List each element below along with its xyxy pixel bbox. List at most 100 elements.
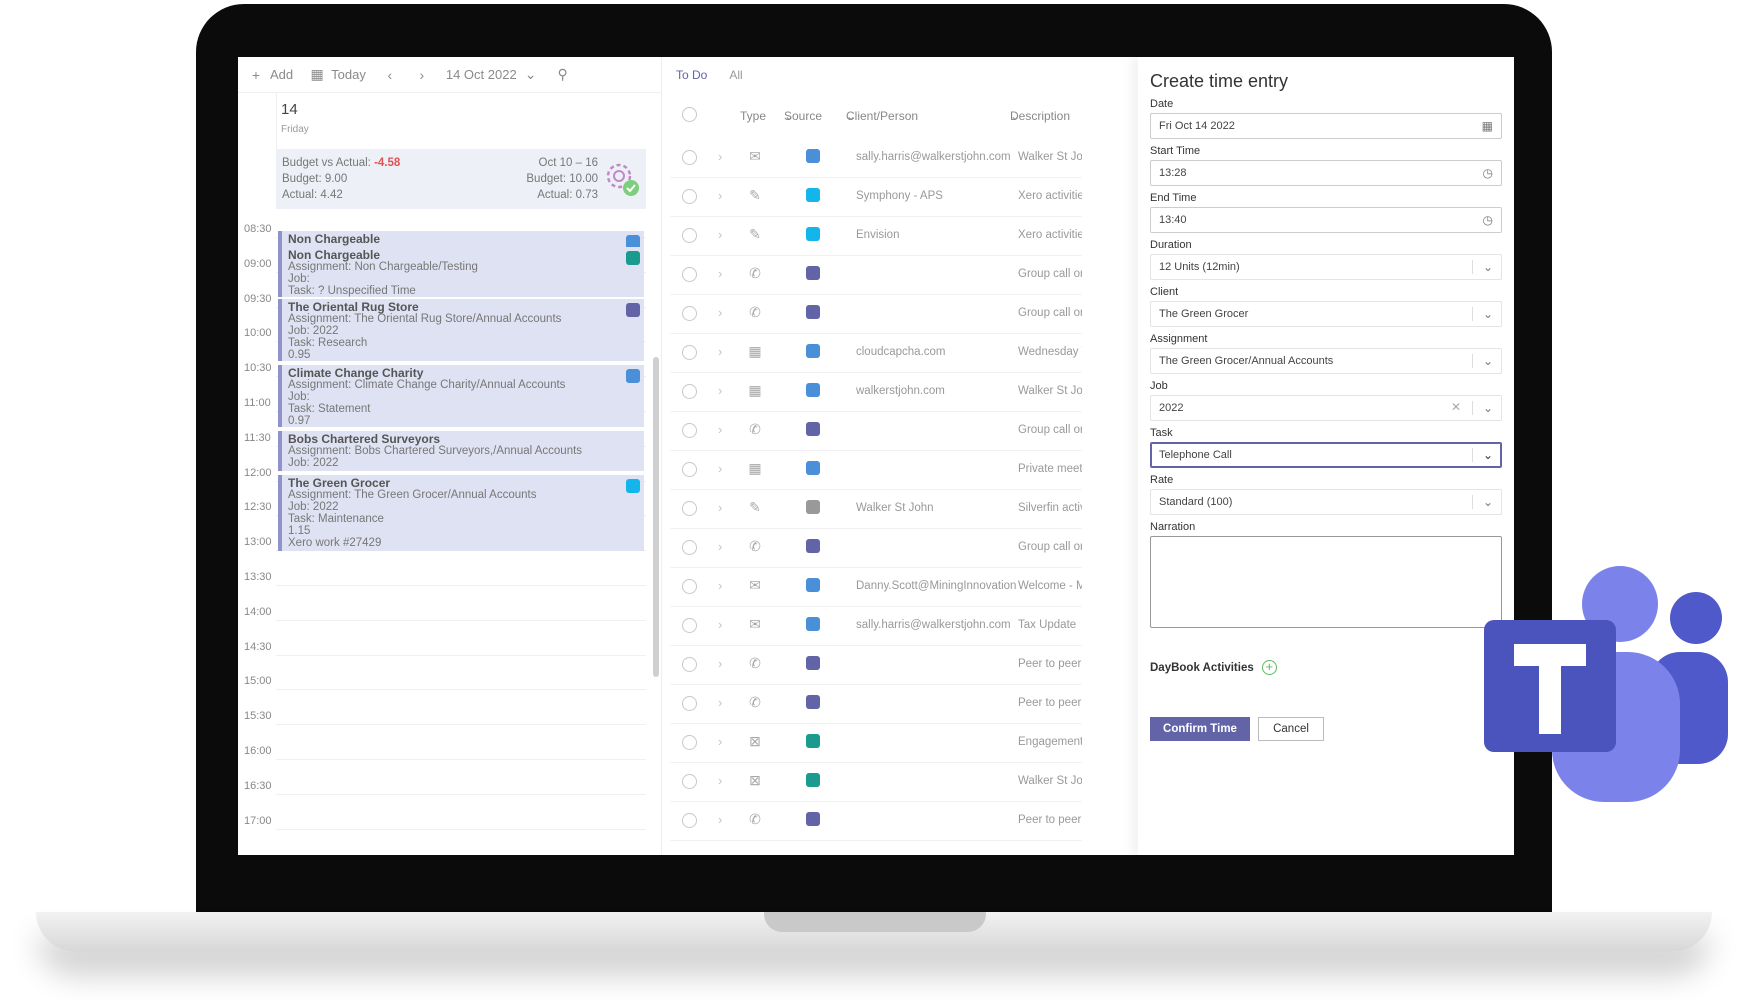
client-select[interactable]: The Green Grocer ⌄ [1150,301,1502,327]
job-select[interactable]: 2022 ✕ ⌄ [1150,395,1502,421]
list-item[interactable]: › ✆ Peer to peer call [670,685,1082,724]
select-radio[interactable] [682,540,697,555]
list-item[interactable]: › ⊠ Walker St John P [670,763,1082,802]
chevron-left-icon[interactable]: ‹ [382,67,398,83]
chevron-right-icon[interactable]: › [718,461,722,476]
date-picker[interactable]: 14 Oct 2022 ⌄ [446,66,539,83]
chevron-right-icon[interactable]: › [718,422,722,437]
list-item[interactable]: › ▦ cloudcapcha.com Wednesday Tow [670,334,1082,373]
app-screen: + Add ▦ Today ‹ › 14 Oct 2022 ⌄ ⚲ 14 Fri… [238,57,1514,855]
duration-select[interactable]: 12 Units (12min) ⌄ [1150,254,1502,280]
chevron-right-icon[interactable]: › [718,578,722,593]
list-item[interactable]: › ▦ Private meeting [670,451,1082,490]
select-radio[interactable] [682,774,697,789]
chevron-right-icon[interactable]: › [718,734,722,749]
chevron-right-icon[interactable]: › [718,149,722,164]
select-radio[interactable] [682,423,697,438]
select-radio[interactable] [682,228,697,243]
list-item[interactable]: › ✎ Envision Xero activities [670,217,1082,256]
select-radio[interactable] [682,813,697,828]
list-item[interactable]: › ✆ Group call organ [670,529,1082,568]
list-item[interactable]: › ✉ sally.harris@walkerstjohn.com Walker St… [670,139,1082,178]
zoom-icon[interactable]: ⚲ [555,66,571,83]
list-item[interactable]: › ✆ Group call organ [670,295,1082,334]
chevron-right-icon[interactable]: › [718,500,722,515]
narration-textarea[interactable] [1150,536,1502,628]
chevron-right-icon[interactable]: › [718,695,722,710]
list-item[interactable]: › ✆ Peer to peer call [670,646,1082,685]
time-label: 08:30 [244,223,272,235]
select-radio[interactable] [682,618,697,633]
end-time-field[interactable]: 13:40 ◷ [1150,207,1502,233]
event-title: Non Chargeable [288,248,381,262]
chevron-right-icon[interactable]: › [718,266,722,281]
event-title: Bobs Chartered Surveyors [288,432,441,446]
clock-icon[interactable]: ◷ [1483,166,1493,180]
chevron-right-icon[interactable]: › [718,227,722,242]
list-item[interactable]: › ✎ Walker St John Silverfin activitie [670,490,1082,529]
select-radio[interactable] [682,384,697,399]
clock-icon[interactable]: ◷ [1483,213,1493,227]
list-item[interactable]: › ✎ Symphony - APS Xero activities [670,178,1082,217]
select-radio[interactable] [682,735,697,750]
assignment-select[interactable]: The Green Grocer/Annual Accounts ⌄ [1150,348,1502,374]
clear-icon[interactable]: ✕ [1451,400,1461,414]
date-field[interactable]: Fri Oct 14 2022 ▦ [1150,113,1502,139]
calendar-event[interactable]: The Oriental Rug Store Assignment: The Or… [278,299,644,361]
select-radio[interactable] [682,189,697,204]
scrollbar[interactable] [652,107,660,807]
chevron-right-icon[interactable]: › [718,188,722,203]
list-item[interactable]: › ⊠ Engagement Let [670,724,1082,763]
grid-line [276,585,646,586]
chevron-right-icon[interactable]: › [414,67,430,83]
task-select[interactable]: Telephone Call ⌄ [1150,442,1502,468]
list-item[interactable]: › ✉ sally.harris@walkerstjohn.com Tax Updat… [670,607,1082,646]
select-radio[interactable] [682,150,697,165]
list-item[interactable]: › ✆ Group call organ [670,412,1082,451]
select-radio[interactable] [682,462,697,477]
confirm-time-button[interactable]: Confirm Time [1150,717,1250,741]
teams-icon [806,422,820,436]
cancel-button[interactable]: Cancel [1258,717,1324,741]
outlook-icon [806,383,820,397]
tab-all[interactable]: All [729,68,742,82]
select-radio[interactable] [682,267,697,282]
add-button[interactable]: + Add [248,67,293,83]
calendar-icon[interactable]: ▦ [1482,119,1493,133]
today-button[interactable]: ▦ Today [309,66,366,83]
select-radio[interactable] [682,579,697,594]
select-radio[interactable] [682,657,697,672]
tab-todo[interactable]: To Do [676,68,707,82]
chevron-right-icon[interactable]: › [718,656,722,671]
list-item[interactable]: › ✆ Group call organ [670,256,1082,295]
chevron-right-icon[interactable]: › [718,812,722,827]
calendar-event[interactable]: Bobs Chartered Surveyors Assignment: Bobs… [278,431,644,471]
chevron-right-icon[interactable]: › [718,773,722,788]
chevron-right-icon[interactable]: › [718,305,722,320]
start-time-field[interactable]: 13:28 ◷ [1150,160,1502,186]
xero-icon [806,188,820,202]
calendar-event[interactable]: The Green Grocer Assignment: The Green Gr… [278,475,644,551]
rate-select[interactable]: Standard (100) ⌄ [1150,489,1502,515]
header-client[interactable]: Client/Person ⌄ [846,109,918,123]
select-radio[interactable] [682,501,697,516]
header-type[interactable]: Type [740,109,766,123]
chevron-right-icon[interactable]: › [718,539,722,554]
header-source[interactable]: Source ⌄ [784,109,822,123]
week-range: Oct 10 – 16 [538,157,598,169]
list-item[interactable]: › ✆ Peer to peer call [670,802,1082,841]
list-item[interactable]: › ▦ walkerstjohn.com Walker St John A [670,373,1082,412]
chevron-right-icon[interactable]: › [718,344,722,359]
settings-gear-icon[interactable] [600,157,642,199]
header-description[interactable]: Description ⌄ [1010,109,1070,123]
calendar-event[interactable]: Non Chargeable [278,231,644,247]
chevron-right-icon[interactable]: › [718,383,722,398]
select-radio[interactable] [682,345,697,360]
select-radio[interactable] [682,306,697,321]
calendar-event[interactable]: Non Chargeable Assignment: Non Chargeable… [278,247,644,297]
chevron-right-icon[interactable]: › [718,617,722,632]
add-daybook-icon[interactable]: + [1261,660,1277,675]
select-radio[interactable] [682,696,697,711]
list-item[interactable]: › ✉ Danny.Scott@MiningInnovation.c Welcome … [670,568,1082,607]
calendar-event[interactable]: Climate Change Charity Assignment: Climat… [278,365,644,427]
